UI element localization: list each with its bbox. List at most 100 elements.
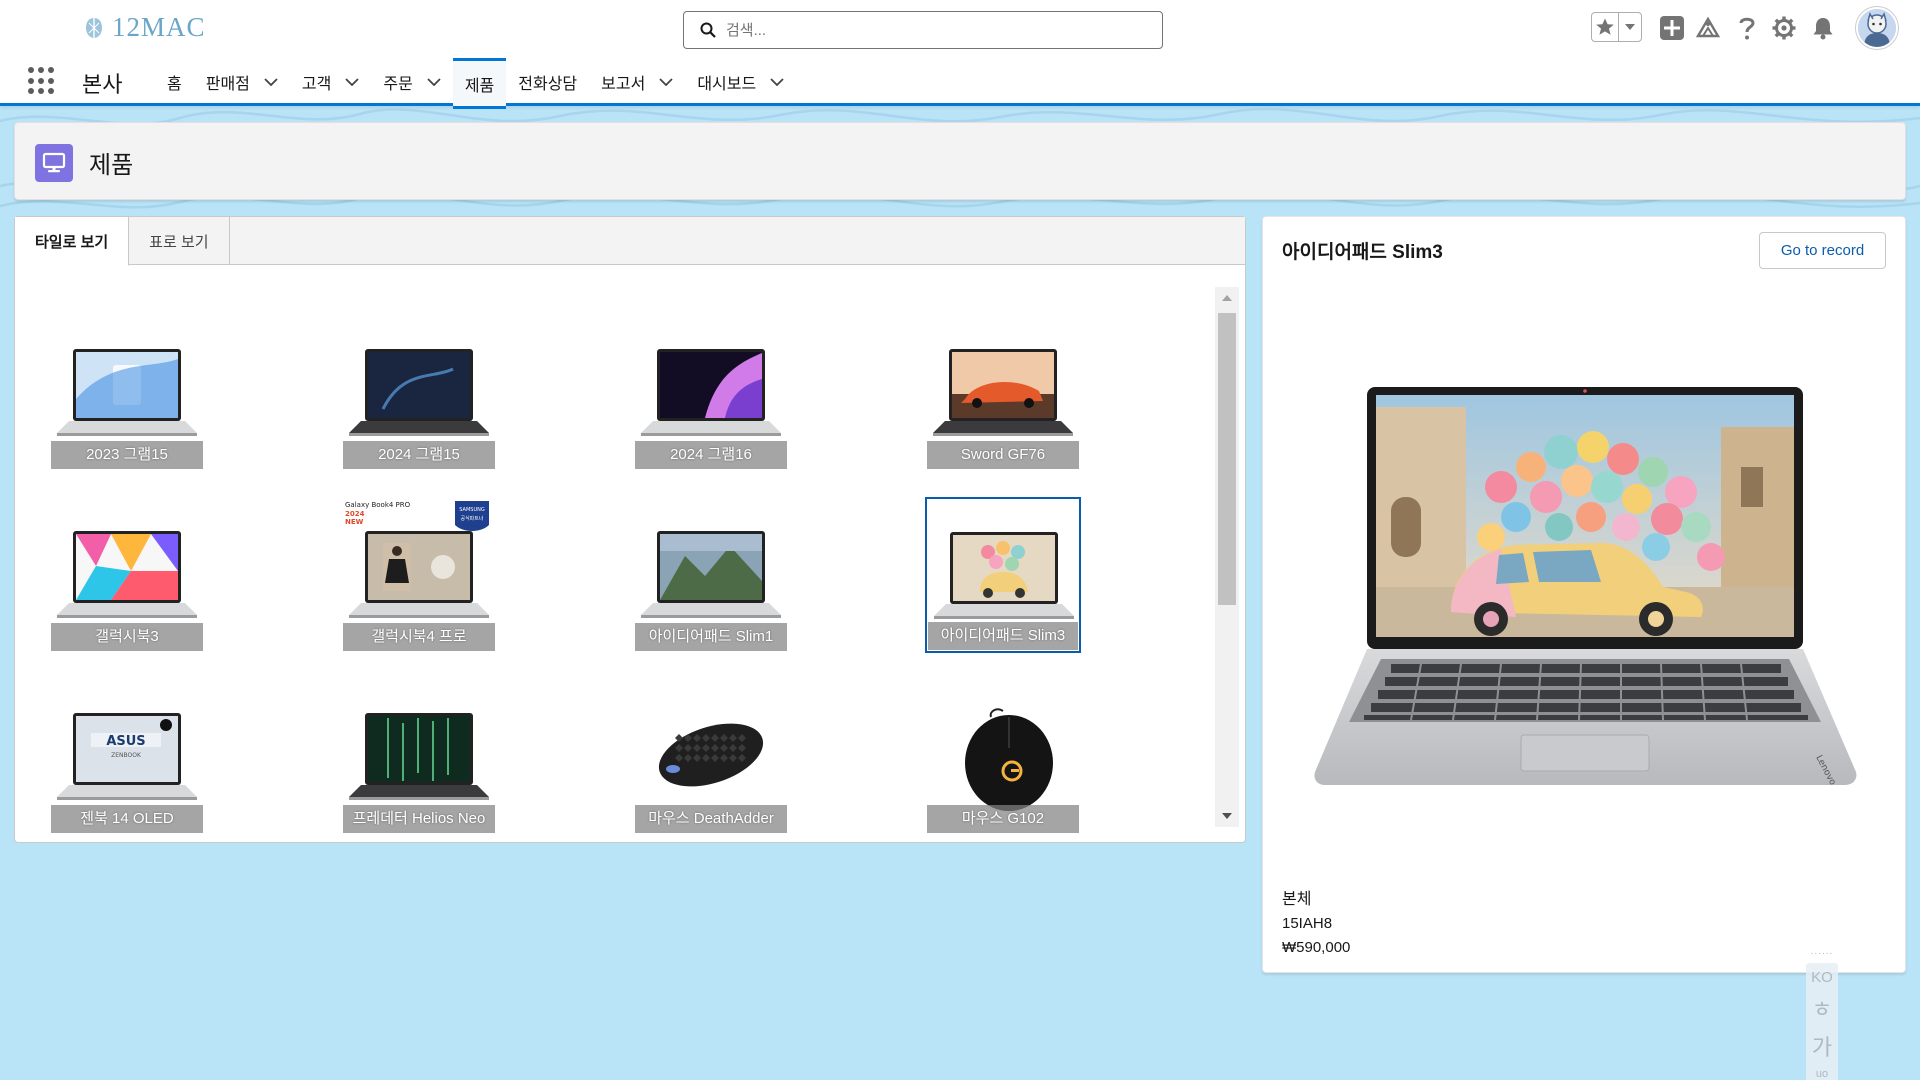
trailhead-button[interactable] bbox=[1692, 12, 1724, 44]
global-actions-button[interactable] bbox=[1656, 12, 1688, 44]
star-icon bbox=[1596, 18, 1615, 35]
product-tile-label: 2023 그램15 bbox=[51, 441, 203, 469]
chevron-down-icon bbox=[264, 78, 278, 86]
gear-icon bbox=[1772, 16, 1796, 40]
bell-icon bbox=[1813, 18, 1833, 40]
detail-model: 15IAH8 bbox=[1282, 915, 1333, 932]
language-widget[interactable]: ...... KO ㅎ 가 uo bbox=[1806, 946, 1838, 1080]
svg-text:NEW: NEW bbox=[345, 518, 364, 526]
product-tile-label: 마우스 G102 bbox=[927, 805, 1079, 833]
nav-item-label: 홈 bbox=[167, 76, 182, 93]
help-button[interactable] bbox=[1731, 12, 1763, 44]
svg-text:ZENBOOK: ZENBOOK bbox=[111, 752, 142, 759]
product-tile-label: 프레데터 Helios Neo bbox=[343, 805, 495, 833]
product-tile[interactable]: 프레데터 Helios Neo bbox=[343, 681, 495, 833]
product-tile[interactable]: 2023 그램15 bbox=[51, 317, 203, 469]
scroll-thumb[interactable] bbox=[1218, 313, 1236, 605]
product-tile[interactable]: 2024 그램15 bbox=[343, 317, 495, 469]
nav-dropdown-toggle[interactable] bbox=[264, 78, 278, 86]
nav-item-label: 고객 bbox=[301, 76, 332, 93]
product-detail-card: 아이디어패드 Slim3 Go to record Lenovo 본체 15IA… bbox=[1262, 216, 1906, 973]
nav-item-1[interactable]: 판매점 bbox=[194, 58, 290, 106]
search-input[interactable] bbox=[726, 21, 1146, 39]
tile-scrollbar[interactable] bbox=[1215, 287, 1239, 827]
product-tile[interactable]: 아이디어패드 Slim1 bbox=[635, 499, 787, 651]
product-tile[interactable]: 2024 그램16 bbox=[635, 317, 787, 469]
svg-text:ASUS: ASUS bbox=[106, 734, 145, 749]
app-launcher-icon[interactable] bbox=[28, 67, 56, 95]
search-icon bbox=[700, 22, 716, 38]
nav-dropdown-toggle[interactable] bbox=[770, 78, 784, 86]
nav-dropdown-toggle[interactable] bbox=[659, 78, 673, 86]
detail-price: ₩590,000 bbox=[1282, 939, 1351, 956]
favorites-menu-button[interactable] bbox=[1619, 13, 1641, 41]
favorites-group[interactable] bbox=[1591, 12, 1642, 42]
language-code: KO bbox=[1811, 969, 1833, 986]
arrow-up-icon bbox=[1222, 295, 1232, 301]
user-avatar[interactable] bbox=[1856, 7, 1898, 49]
nav-item-6[interactable]: 보고서 bbox=[589, 58, 685, 106]
nav-item-4[interactable]: 제품 bbox=[452, 58, 507, 109]
setup-button[interactable] bbox=[1768, 12, 1800, 44]
product-tile-label: 2024 그램16 bbox=[635, 441, 787, 469]
notifications-button[interactable] bbox=[1807, 12, 1839, 44]
nav-item-2[interactable]: 고객 bbox=[290, 58, 371, 106]
app-name: 본사 bbox=[82, 72, 123, 97]
tab-1[interactable]: 표로 보기 bbox=[129, 217, 230, 265]
product-tile-label: 젠북 14 OLED bbox=[51, 805, 203, 833]
product-image: Lenovo bbox=[1314, 387, 1857, 787]
help-icon bbox=[1739, 17, 1755, 40]
app-nav-bar: 본사 홈 판매점 고객 주문 제품 전화상담 보고서 대시보드 bbox=[0, 58, 1920, 109]
app-logo[interactable]: 12MAC bbox=[82, 12, 206, 43]
tab-0[interactable]: 타일로 보기 bbox=[15, 217, 130, 266]
product-tile-label: 갤럭시북3 bbox=[51, 623, 203, 651]
product-tile[interactable]: 갤럭시북3 bbox=[51, 499, 203, 651]
nav-item-label: 판매점 bbox=[205, 76, 250, 93]
product-tile[interactable]: Galaxy Book4 PRO 2024 NEW SAMSUNG 공식파트너 갤럭시북4… bbox=[343, 499, 495, 651]
product-tile-grid: 2023 그램15 2024 그램15 2024 그램16 Sword GF76 갤럭시… bbox=[15, 265, 1215, 842]
nav-item-label: 제품 bbox=[464, 77, 495, 95]
logo-text: 12MAC bbox=[112, 12, 206, 42]
add-icon bbox=[1660, 16, 1684, 40]
nav-item-7[interactable]: 대시보드 bbox=[685, 58, 796, 106]
nav-item-0[interactable]: 홈 bbox=[155, 58, 194, 106]
language-panel[interactable]: KO ㅎ 가 uo bbox=[1806, 963, 1838, 1080]
widget-footer: uo bbox=[1815, 1068, 1829, 1080]
desktop-icon bbox=[35, 144, 73, 182]
widget-handle[interactable]: ...... bbox=[1806, 946, 1838, 957]
product-tile[interactable]: Sword GF76 bbox=[927, 317, 1079, 469]
product-tile[interactable]: ASUS ZENBOOK 젠북 14 OLED bbox=[51, 681, 203, 833]
logo-icon bbox=[86, 17, 102, 38]
favorites-star-button[interactable] bbox=[1592, 13, 1620, 41]
svg-text:2024: 2024 bbox=[345, 510, 365, 518]
product-tile-label: 아이디어패드 Slim3 bbox=[928, 622, 1078, 650]
chevron-down-icon bbox=[345, 78, 359, 86]
hangul-glyph-1: ㅎ bbox=[1811, 997, 1833, 1022]
svg-text:SAMSUNG: SAMSUNG bbox=[459, 507, 485, 513]
nav-item-label: 보고서 bbox=[601, 76, 646, 93]
product-tile-label: 갤럭시북4 프로 bbox=[343, 623, 495, 651]
scroll-down-button[interactable] bbox=[1215, 805, 1239, 827]
arrow-down-icon bbox=[1222, 813, 1232, 819]
nav-item-label: 주문 bbox=[383, 76, 413, 93]
svg-text:Galaxy Book4 PRO: Galaxy Book4 PRO bbox=[345, 501, 411, 509]
chevron-down-icon bbox=[427, 78, 441, 86]
caret-down-icon bbox=[1625, 24, 1636, 30]
product-tile-label: 아이디어패드 Slim1 bbox=[635, 623, 787, 651]
nav-dropdown-toggle[interactable] bbox=[345, 78, 359, 86]
nav-item-3[interactable]: 주문 bbox=[371, 58, 452, 106]
hangul-glyph-2: 가 bbox=[1811, 1035, 1833, 1060]
product-tile[interactable]: 마우스 G102 bbox=[927, 681, 1079, 833]
go-to-record-button[interactable]: Go to record bbox=[1759, 232, 1886, 269]
product-tile-label: 마우스 DeathAdder bbox=[635, 805, 787, 833]
page-header: 제품 bbox=[14, 122, 1906, 200]
scroll-up-button[interactable] bbox=[1215, 287, 1239, 309]
product-tile[interactable]: 아이디어패드 Slim3 bbox=[925, 497, 1081, 653]
nav-dropdown-toggle[interactable] bbox=[427, 78, 441, 86]
nav-item-label: 대시보드 bbox=[697, 76, 757, 93]
nav-item-label: 전화상담 bbox=[518, 76, 578, 93]
global-search[interactable] bbox=[683, 11, 1163, 49]
product-tile[interactable]: 마우스 DeathAdder bbox=[635, 681, 787, 833]
product-list-card: 타일로 보기 표로 보기 2023 그램15 2024 그램15 2024 그램16 S… bbox=[14, 216, 1246, 843]
nav-item-5[interactable]: 전화상담 bbox=[506, 58, 589, 106]
